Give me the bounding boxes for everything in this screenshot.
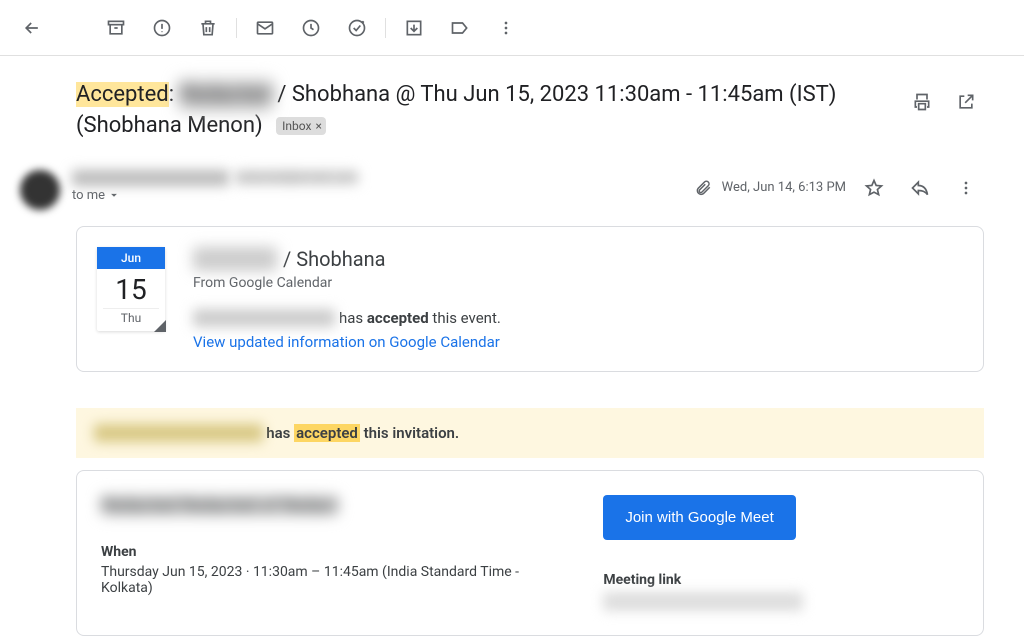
email-header: Redacted Redactedname redacted@email.com… [76, 170, 984, 210]
separator [385, 18, 386, 38]
page-fold-icon [154, 320, 166, 332]
acceptance-banner: Redacted Redactedname has accepted this … [76, 408, 984, 458]
labels-button[interactable] [440, 8, 480, 48]
reply-button[interactable] [902, 170, 938, 206]
cal-day: 15 [97, 269, 165, 306]
recipients-dropdown[interactable]: to me [72, 188, 682, 203]
sender-block: Redacted Redactedname redacted@email.com… [72, 170, 682, 203]
attachment-icon[interactable] [694, 179, 712, 197]
meeting-link-label: Meeting link [603, 572, 959, 588]
event-title: Redacted / Shobhana [193, 247, 963, 271]
subject-row: Accepted: Redacted / Shobhana @ Thu Jun … [76, 80, 984, 142]
sender-email: redacted@email.com [235, 170, 358, 185]
archive-button[interactable] [96, 8, 136, 48]
message-meta-actions: Wed, Jun 14, 6:13 PM [694, 170, 984, 206]
email-subject: Accepted: Redacted / Shobhana @ Thu Jun … [76, 80, 888, 142]
chevron-down-icon [107, 188, 121, 202]
event-name: Redacted Redacted of Redact [101, 495, 338, 516]
spam-button[interactable] [142, 8, 182, 48]
move-to-button[interactable] [394, 8, 434, 48]
separator [236, 18, 237, 38]
calendar-info: Redacted / Shobhana From Google Calendar… [193, 247, 963, 351]
acceptance-status: redacted@email.com has accepted this eve… [193, 309, 963, 327]
add-task-button[interactable] [337, 8, 377, 48]
inbox-label-chip[interactable]: Inbox × [276, 117, 326, 136]
cal-month: Jun [97, 247, 165, 269]
mark-unread-button[interactable] [245, 8, 285, 48]
redacted-text: Redacted [179, 80, 271, 111]
calendar-summary-card: Jun 15 Thu Redacted / Shobhana From Goog… [76, 226, 984, 372]
delete-button[interactable] [188, 8, 228, 48]
email-date: Wed, Jun 14, 6:13 PM [722, 180, 846, 195]
print-button[interactable] [904, 84, 940, 120]
more-button[interactable] [486, 8, 526, 48]
subject-actions [904, 80, 984, 120]
sender-name: Redacted Redactedname [72, 170, 229, 186]
meeting-link-value: meet.google.com/xxxx-xxxx [603, 592, 802, 611]
when-label: When [101, 544, 563, 560]
when-value: Thursday Jun 15, 2023 · 11:30am – 11:45a… [101, 564, 563, 596]
email-toolbar [0, 0, 1024, 56]
cal-dayofweek: Thu [103, 308, 159, 331]
email-content: Accepted: Redacted / Shobhana @ Thu Jun … [0, 56, 1024, 636]
event-details-card: Redacted Redacted of Redact When Thursda… [76, 470, 984, 636]
back-button[interactable] [12, 8, 52, 48]
view-in-calendar-link[interactable]: View updated information on Google Calen… [193, 333, 500, 351]
event-details-right: Join with Google Meet Meeting link meet.… [603, 495, 959, 611]
remove-label-icon[interactable]: × [315, 120, 321, 132]
sender-avatar[interactable] [20, 170, 60, 210]
snooze-button[interactable] [291, 8, 331, 48]
message-more-button[interactable] [948, 170, 984, 206]
calendar-date-widget: Jun 15 Thu [97, 247, 165, 331]
star-button[interactable] [856, 170, 892, 206]
open-new-window-button[interactable] [948, 84, 984, 120]
event-source: From Google Calendar [193, 275, 963, 291]
subject-highlight: Accepted [76, 82, 169, 107]
event-details-left: Redacted Redacted of Redact When Thursda… [101, 495, 563, 611]
join-meet-button[interactable]: Join with Google Meet [603, 495, 795, 540]
